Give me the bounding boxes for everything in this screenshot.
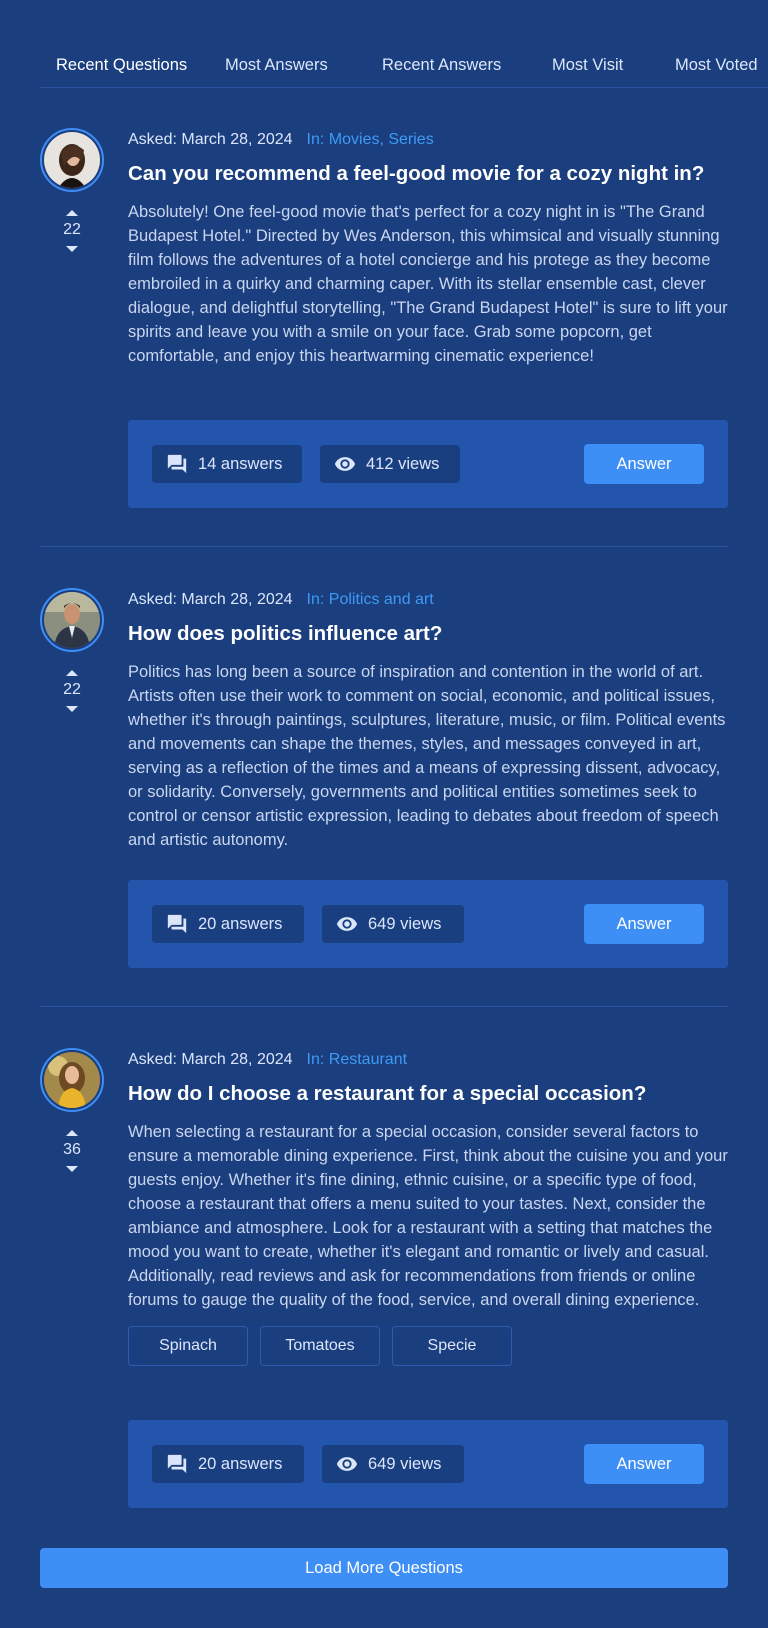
user-avatar[interactable] [40,588,104,652]
vote-count: 22 [63,681,81,698]
question-action-bar: 20 answers 649 views Answer [128,880,728,968]
asked-date: Asked: March 28, 2024 [128,131,293,148]
answers-count[interactable]: 20 answers [152,905,304,943]
vote-control: 22 [40,204,104,252]
category-link[interactable]: In: Movies, Series [307,131,434,148]
eye-icon [334,457,356,471]
views-label: 649 views [368,1455,442,1473]
avatar-image [44,1052,100,1108]
question-title[interactable]: How do I choose a restaurant for a speci… [128,1080,728,1108]
question-meta: Asked: March 28, 2024 In: Restaurant [128,1048,728,1072]
asked-date: Asked: March 28, 2024 [128,591,293,608]
downvote-icon[interactable] [66,1166,78,1172]
answers-count[interactable]: 20 answers [152,1445,304,1483]
divider [40,546,728,547]
category-link[interactable]: In: Politics and art [307,591,434,608]
tab-recent-answers[interactable]: Recent Answers [366,50,517,87]
answers-count[interactable]: 14 answers [152,445,302,483]
tab-recent-questions[interactable]: Recent Questions [40,50,202,87]
views-label: 649 views [368,915,442,933]
vote-count: 36 [63,1141,81,1158]
answer-button[interactable]: Answer [584,444,704,484]
tab-most-visit[interactable]: Most Visit [536,50,639,87]
comments-icon [167,1454,187,1474]
user-avatar[interactable] [40,128,104,192]
tab-most-voted[interactable]: Most Voted [659,50,768,87]
question-title[interactable]: Can you recommend a feel-good movie for … [128,160,728,188]
answers-label: 20 answers [198,1455,283,1473]
vote-count: 22 [63,221,81,238]
views-label: 412 views [366,455,440,473]
question-body: Politics has long been a source of inspi… [128,663,726,849]
tab-most-answers[interactable]: Most Answers [209,50,344,87]
divider [40,1006,728,1007]
question-title[interactable]: How does politics influence art? [128,620,728,648]
views-count: 412 views [320,445,460,483]
tag-specie[interactable]: Specie [392,1326,512,1366]
vote-control: 36 [40,1124,104,1172]
vote-control: 22 [40,664,104,712]
avatar-image [44,132,100,188]
category-link[interactable]: In: Restaurant [307,1051,408,1068]
views-count: 649 views [322,905,464,943]
user-avatar[interactable] [40,1048,104,1112]
question-action-bar: 20 answers 649 views Answer [128,1420,728,1508]
question-meta: Asked: March 28, 2024 In: Movies, Series [128,128,728,152]
tag-spinach[interactable]: Spinach [128,1326,248,1366]
asked-date: Asked: March 28, 2024 [128,1051,293,1068]
views-count: 649 views [322,1445,464,1483]
question-body: When selecting a restaurant for a specia… [128,1123,728,1309]
comments-icon [167,914,187,934]
answers-label: 14 answers [198,455,283,473]
avatar-image [44,592,100,648]
tag-list: Spinach Tomatoes Specie [128,1326,728,1366]
question-tabs: Recent Questions Most Answers Recent Ans… [40,50,768,88]
downvote-icon[interactable] [66,706,78,712]
answer-button[interactable]: Answer [584,1444,704,1484]
question-meta: Asked: March 28, 2024 In: Politics and ar… [128,588,728,612]
tag-tomatoes[interactable]: Tomatoes [260,1326,380,1366]
downvote-icon[interactable] [66,246,78,252]
eye-icon [336,1457,358,1471]
answer-button[interactable]: Answer [584,904,704,944]
question-body: Absolutely! One feel-good movie that's p… [128,203,728,365]
answers-label: 20 answers [198,915,283,933]
comments-icon [167,454,187,474]
question-action-bar: 14 answers 412 views Answer [128,420,728,508]
eye-icon [336,917,358,931]
load-more-button[interactable]: Load More Questions [40,1548,728,1588]
